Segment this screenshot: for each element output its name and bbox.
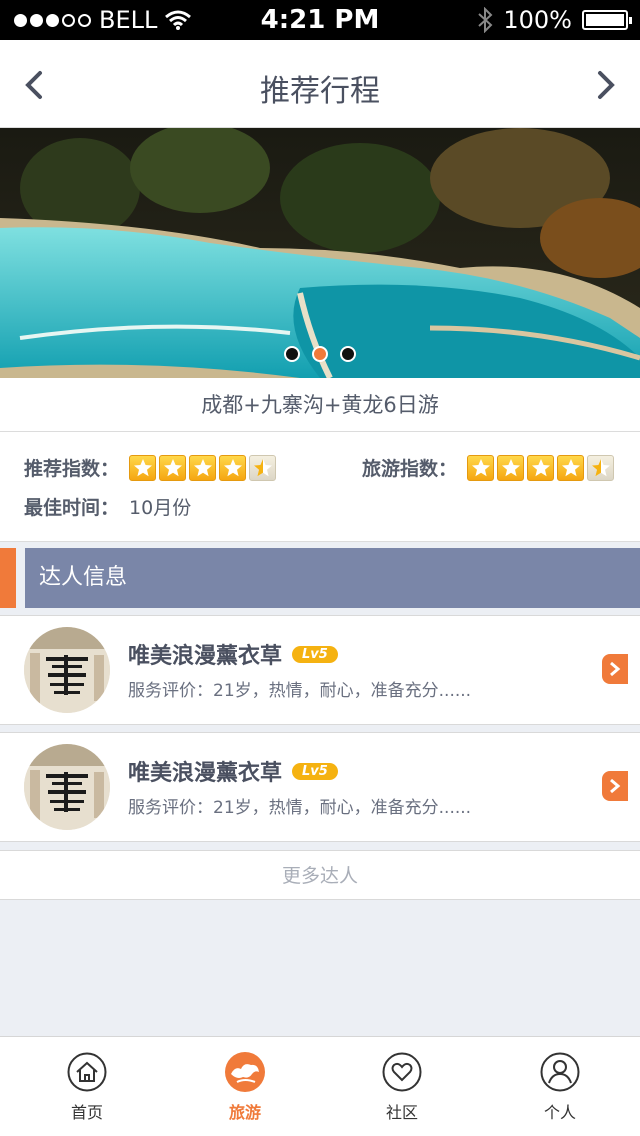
tab-label: 社区 (385, 1103, 418, 1122)
travel-stars (467, 454, 615, 481)
tab-home[interactable]: 首页 (7, 1037, 167, 1136)
page-title: 推荐行程 (260, 74, 380, 109)
pager-dot[interactable] (284, 346, 300, 362)
chevron-right-icon[interactable] (602, 654, 628, 684)
tab-travel[interactable]: 旅游 (165, 1037, 325, 1136)
best-time: 最佳时间： 10月份 (24, 493, 191, 520)
star-icon (527, 454, 555, 481)
star-icon (497, 454, 525, 481)
star-icon (189, 454, 217, 481)
nav-bar: 推荐行程 (0, 40, 640, 128)
expert-review: 服务评价：21岁，热情，耐心，准备充分...... (128, 681, 472, 701)
experts-section-header: 达人信息 (0, 548, 640, 608)
pager-dot-active[interactable] (312, 346, 328, 362)
heart-icon (382, 1052, 422, 1092)
best-time-label: 最佳时间： (24, 497, 120, 519)
tab-label: 旅游 (228, 1103, 261, 1122)
section-accent (0, 548, 16, 608)
status-bar: BELL 4:21 PM 100% (0, 0, 640, 40)
expert-name-text: 唯美浪漫薰衣草 (128, 644, 283, 669)
tab-bar: 首页 旅游 社区 个人 (0, 1036, 640, 1136)
expert-card[interactable]: 唯美浪漫薰衣草 Lv5 服务评价：21岁，热情，耐心，准备充分...... (0, 732, 640, 842)
tab-community[interactable]: 社区 (322, 1037, 482, 1136)
expert-card[interactable]: 唯美浪漫薰衣草 Lv5 服务评价：21岁，热情，耐心，准备充分...... (0, 615, 640, 725)
star-icon (159, 454, 187, 481)
trip-title: 成都+九寨沟+黄龙6日游 (0, 378, 640, 432)
best-time-value: 10月份 (129, 497, 192, 519)
battery-percent: 100% (503, 6, 572, 34)
forward-arrow-icon[interactable] (590, 70, 620, 100)
trip-ratings: 推荐指数： 旅游指数： 最佳时间： 10月份 (0, 432, 640, 542)
level-badge: Lv5 (292, 762, 338, 780)
hero-carousel-image[interactable] (0, 128, 640, 378)
avatar (24, 627, 110, 713)
battery-icon (582, 10, 632, 30)
recommend-stars (129, 454, 277, 481)
level-badge: Lv5 (292, 645, 338, 663)
travel-icon (225, 1052, 265, 1092)
expert-name: 唯美浪漫薰衣草 Lv5 (128, 755, 338, 787)
half-star-icon (249, 454, 277, 481)
bluetooth-icon (478, 7, 493, 33)
recommend-rating: 推荐指数： (24, 454, 277, 481)
travel-label: 旅游指数： (362, 458, 458, 480)
tab-label: 首页 (70, 1103, 103, 1122)
expert-name: 唯美浪漫薰衣草 Lv5 (128, 638, 338, 670)
half-star-icon (587, 454, 615, 481)
travel-rating: 旅游指数： (362, 454, 615, 481)
star-icon (219, 454, 247, 481)
section-title: 达人信息 (25, 548, 640, 608)
recommend-label: 推荐指数： (24, 458, 120, 480)
expert-name-text: 唯美浪漫薰衣草 (128, 761, 283, 786)
tab-label: 个人 (543, 1103, 576, 1122)
chevron-right-icon[interactable] (602, 771, 628, 801)
expert-review: 服务评价：21岁，热情，耐心，准备充分...... (128, 798, 472, 818)
star-icon (557, 454, 585, 481)
carousel-pager[interactable] (0, 346, 640, 362)
home-icon (67, 1052, 107, 1092)
star-icon (467, 454, 495, 481)
tab-profile[interactable]: 个人 (480, 1037, 640, 1136)
pager-dot[interactable] (340, 346, 356, 362)
star-icon (129, 454, 157, 481)
person-icon (540, 1052, 580, 1092)
avatar (24, 744, 110, 830)
more-experts-button[interactable]: 更多达人 (0, 850, 640, 900)
